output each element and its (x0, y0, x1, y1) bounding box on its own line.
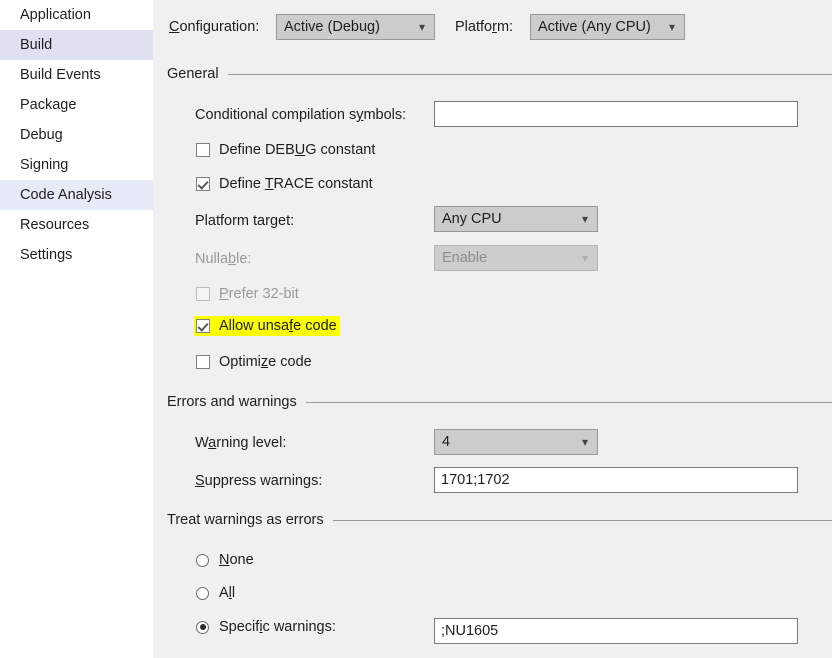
sidebar-item-settings[interactable]: Settings (0, 240, 153, 270)
define-trace-checkbox-row[interactable]: Define TRACE constant (196, 176, 373, 192)
warning-level-dropdown[interactable]: 4 ▾ (434, 429, 598, 455)
chevron-down-icon: ▾ (418, 20, 425, 34)
suppress-warnings-input[interactable]: 1701;1702 (434, 467, 798, 493)
group-rule (305, 401, 832, 403)
sidebar-item-build[interactable]: Build (0, 30, 161, 60)
treat-warnings-specific-label: Specific warnings: (219, 619, 336, 635)
allow-unsafe-label: Allow unsafe code (219, 318, 337, 334)
treat-warnings-group-header: Treat warnings as errors (167, 512, 832, 528)
platform-target-dropdown[interactable]: Any CPU ▾ (434, 206, 598, 232)
treat-warnings-none-label: None (219, 552, 254, 568)
platform-target-value: Any CPU (442, 211, 502, 227)
sidebar-item-label: Debug (20, 127, 63, 143)
nullable-label: Nullable: (195, 251, 252, 267)
checkbox-icon[interactable] (196, 319, 210, 333)
sidebar-item-label: Resources (20, 217, 90, 233)
sidebar-item-label: Build Events (20, 67, 101, 83)
general-group-title: General (167, 66, 219, 82)
allow-unsafe-checkbox-row[interactable]: Allow unsafe code (194, 316, 340, 336)
checkbox-icon[interactable] (196, 143, 210, 157)
nullable-dropdown: Enable ▾ (434, 245, 598, 271)
suppress-warnings-value: 1701;1702 (441, 472, 510, 488)
optimize-code-label: Optimize code (219, 354, 312, 370)
highlight-marker: Allow unsafe code (194, 316, 340, 336)
sidebar-item-build-events[interactable]: Build Events (0, 60, 153, 90)
platform-value: Active (Any CPU) (538, 19, 651, 35)
nullable-value: Enable (442, 250, 488, 266)
sidebar-item-debug[interactable]: Debug (0, 120, 153, 150)
treat-warnings-specific-radio-row[interactable]: Specific warnings: (196, 619, 336, 635)
prefer-32bit-label: Prefer 32-bit (219, 286, 299, 302)
warning-level-label: Warning level: (195, 435, 287, 451)
sidebar-item-resources[interactable]: Resources (0, 210, 153, 240)
define-debug-checkbox-row[interactable]: Define DEBUG constant (196, 142, 375, 158)
radio-icon[interactable] (196, 553, 209, 567)
category-sidebar: Application Build Build Events Package D… (0, 0, 161, 658)
treat-warnings-all-radio-row[interactable]: All (196, 585, 235, 601)
configuration-label: Configuration: (169, 19, 260, 35)
treat-warnings-all-label: All (219, 585, 236, 601)
radio-icon[interactable] (196, 586, 209, 600)
checkbox-icon[interactable] (196, 177, 210, 191)
general-group-header: General (167, 66, 832, 82)
configuration-value: Active (Debug) (284, 19, 380, 35)
treat-warnings-group-title: Treat warnings as errors (167, 512, 324, 528)
platform-target-label: Platform target: (195, 213, 295, 229)
sidebar-item-label: Application (20, 7, 91, 23)
errors-warnings-group-header: Errors and warnings (167, 394, 832, 410)
treat-warnings-none-radio-row[interactable]: None (196, 552, 254, 568)
checkbox-icon[interactable] (196, 355, 210, 369)
chevron-down-icon: ▾ (581, 251, 588, 265)
chevron-down-icon: ▾ (668, 20, 675, 34)
radio-icon[interactable] (196, 620, 209, 634)
sidebar-item-application[interactable]: Application (0, 0, 153, 30)
sidebar-item-code-analysis[interactable]: Code Analysis (0, 180, 153, 210)
conditional-symbols-input[interactable] (434, 101, 798, 127)
configuration-dropdown[interactable]: Active (Debug) ▾ (276, 14, 435, 40)
checkbox-icon (196, 287, 210, 301)
prefer-32bit-checkbox-row: Prefer 32-bit (196, 286, 299, 302)
define-debug-label: Define DEBUG constant (219, 142, 376, 158)
sidebar-item-label: Code Analysis (20, 187, 112, 203)
group-rule (332, 519, 832, 521)
suppress-warnings-label: Suppress warnings: (195, 473, 323, 489)
errors-warnings-group-title: Errors and warnings (167, 394, 297, 410)
platform-dropdown[interactable]: Active (Any CPU) ▾ (530, 14, 685, 40)
platform-label: Platform: (455, 19, 514, 35)
sidebar-item-label: Build (20, 37, 53, 53)
warning-level-value: 4 (442, 434, 451, 450)
define-trace-label: Define TRACE constant (219, 176, 373, 192)
sidebar-item-label: Settings (20, 247, 73, 263)
sidebar-item-package[interactable]: Package (0, 90, 153, 120)
sidebar-item-signing[interactable]: Signing (0, 150, 153, 180)
specific-warnings-input[interactable]: ;NU1605 (434, 618, 798, 644)
chevron-down-icon: ▾ (581, 435, 588, 449)
configuration-label-text: onfiguration: (179, 19, 260, 35)
sidebar-item-label: Package (20, 97, 77, 113)
chevron-down-icon: ▾ (581, 212, 588, 226)
sidebar-item-label: Signing (20, 157, 69, 173)
specific-warnings-value: ;NU1605 (441, 623, 499, 639)
group-rule (227, 73, 832, 75)
build-properties-panel: Configuration: Active (Debug) ▾ Platform… (153, 0, 832, 658)
conditional-symbols-label: Conditional compilation symbols: (195, 107, 407, 123)
optimize-code-checkbox-row[interactable]: Optimize code (196, 354, 312, 370)
